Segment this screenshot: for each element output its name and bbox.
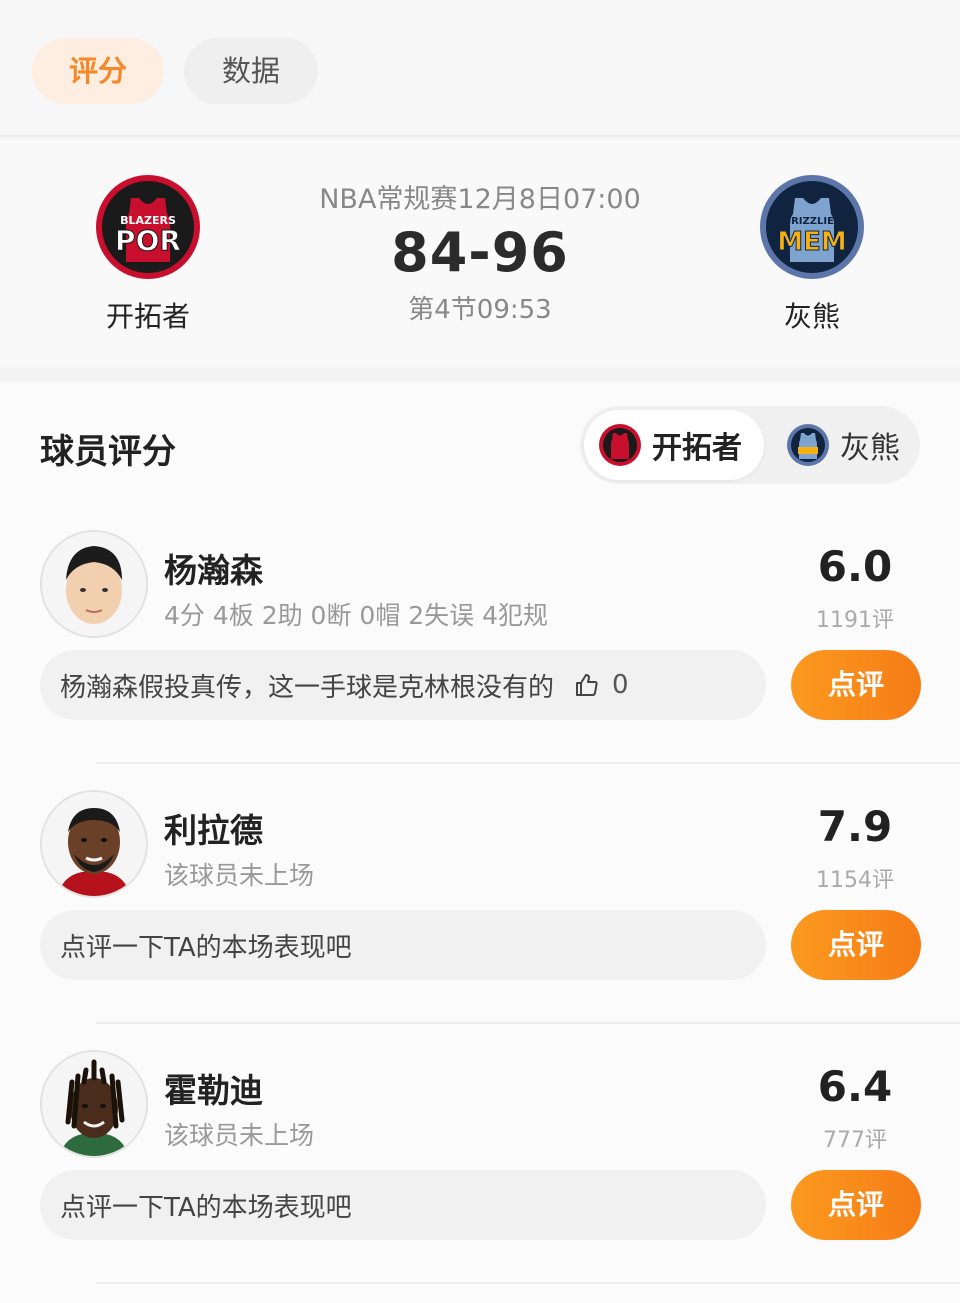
- player-rating: 6.0: [817, 542, 893, 591]
- blazers-logo-icon[interactable]: BLAZERS POR: [95, 174, 201, 280]
- player-rating: 7.9: [817, 802, 893, 851]
- top-comment[interactable]: 杨瀚森假投真传，这一手球是克林根没有的 0: [40, 650, 766, 720]
- grizzlies-logo-sub: GRIZZLIES: [783, 216, 841, 227]
- match-score: 84-96: [391, 221, 569, 284]
- grizzlies-logo-text: MEM: [777, 227, 847, 257]
- blazers-logo-text: POR: [115, 224, 181, 257]
- team-switch-label: 灰熊: [840, 431, 900, 466]
- avatar[interactable]: [40, 1050, 148, 1158]
- tab-data[interactable]: 数据: [184, 38, 318, 104]
- section-title: 球员评分: [40, 432, 176, 472]
- rate-button[interactable]: 点评: [791, 650, 921, 720]
- rating-count: 1191评: [816, 608, 894, 633]
- like-count: 0: [612, 670, 629, 700]
- team-switch-grizzlies[interactable]: 灰熊: [772, 410, 916, 480]
- match-title: NBA常规赛12月8日07:00: [319, 184, 641, 215]
- comment-text: 杨瀚森假投真传，这一手球是克林根没有的: [60, 672, 555, 703]
- player-rating: 6.4: [817, 1062, 893, 1111]
- team-switch: 开拓者 灰熊: [580, 406, 920, 484]
- player-stats: 4分 4板 2助 0断 0帽 2失误 4犯规: [164, 601, 549, 630]
- player-card: 利拉德 该球员未上场 7.9 1154评 点评一下TA的本场表现吧 点评: [0, 760, 960, 1020]
- player-card: 杨瀚森 4分 4板 2助 0断 0帽 2失误 4犯规 6.0 1191评 杨瀚森…: [0, 500, 960, 760]
- player-ratings-section: 球员评分 开拓者 灰熊 杨瀚森 4分 4板 2助 0断 0帽 2失误 4犯规 6…: [0, 382, 960, 1303]
- player-name: 霍勒迪: [164, 1071, 263, 1110]
- grizzlies-logo-icon[interactable]: GRIZZLIES MEM: [759, 174, 865, 280]
- comment-placeholder: 点评一下TA的本场表现吧: [60, 932, 352, 963]
- tab-rating[interactable]: 评分: [32, 38, 164, 104]
- player-name: 杨瀚森: [164, 551, 263, 590]
- rating-count: 1154评: [816, 868, 894, 893]
- rate-button[interactable]: 点评: [791, 910, 921, 980]
- divider: [96, 1282, 960, 1284]
- comment-placeholder: 点评一下TA的本场表现吧: [60, 1192, 352, 1223]
- player-stats: 该球员未上场: [164, 1121, 315, 1150]
- rating-count: 777评: [823, 1128, 887, 1153]
- grizzlies-logo-icon: [786, 423, 830, 467]
- avatar[interactable]: [40, 530, 148, 638]
- match-status: 第4节09:53: [408, 295, 552, 325]
- thumbs-up-icon[interactable]: [574, 672, 600, 698]
- comment-input[interactable]: 点评一下TA的本场表现吧: [40, 1170, 766, 1240]
- match-header: BLAZERS POR 开拓者 NBA常规赛12月8日07:00 84-96 第…: [0, 139, 960, 367]
- avatar[interactable]: [40, 790, 148, 898]
- away-team-name: 灰熊: [783, 300, 840, 333]
- blazers-logo-icon: [598, 423, 642, 467]
- comment-input[interactable]: 点评一下TA的本场表现吧: [40, 910, 766, 980]
- top-tab-bar: 评分 数据: [0, 0, 960, 137]
- player-card: 霍勒迪 该球员未上场 6.4 777评 点评一下TA的本场表现吧 点评: [0, 1020, 960, 1280]
- team-switch-blazers[interactable]: 开拓者: [584, 410, 764, 480]
- rate-button[interactable]: 点评: [791, 1170, 921, 1240]
- team-switch-label: 开拓者: [652, 431, 742, 466]
- home-team-name: 开拓者: [105, 300, 190, 333]
- player-name: 利拉德: [164, 811, 263, 850]
- player-stats: 该球员未上场: [164, 861, 315, 890]
